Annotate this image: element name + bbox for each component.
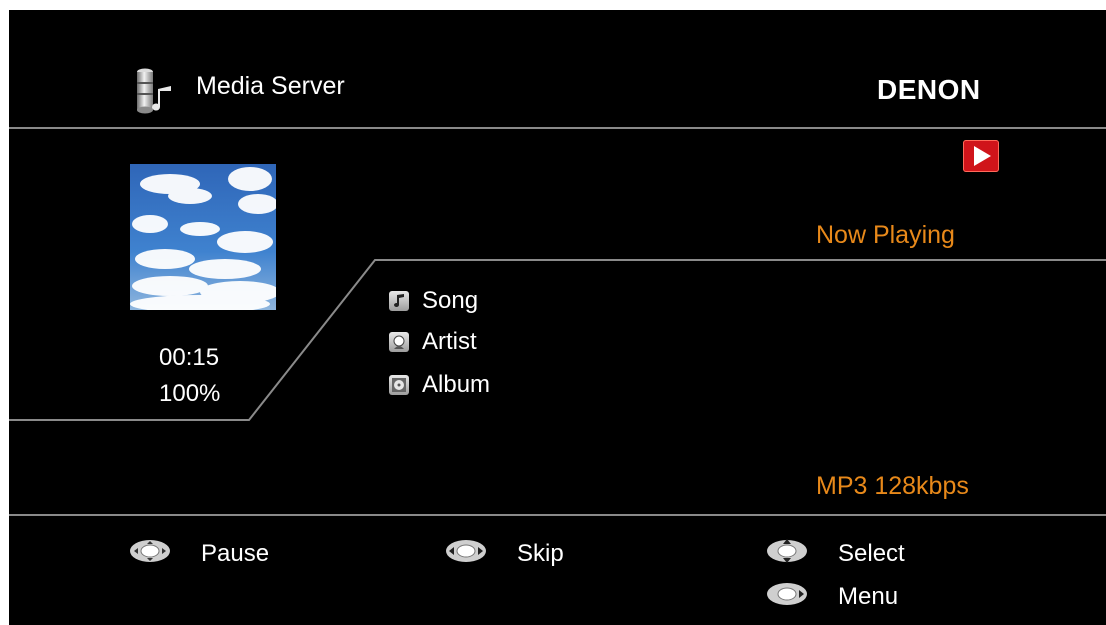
dpad-updown-icon <box>766 538 808 569</box>
track-info-song: Song <box>389 287 478 315</box>
track-info-artist: Artist <box>389 328 477 356</box>
skip-hint-label: Skip <box>517 539 564 567</box>
hint-pause: Pause <box>129 538 269 569</box>
pause-hint-label: Pause <box>201 539 270 567</box>
audio-format: MP3 128kbps <box>816 472 969 500</box>
dpad-left-icon <box>766 581 808 612</box>
track-info-album: Album <box>389 371 490 399</box>
hint-select: Select <box>766 538 905 569</box>
media-player-screen: Media Server DENON 00:15 100% Now Playin… <box>9 10 1106 625</box>
dpad-select-icon <box>129 538 171 569</box>
music-note-icon <box>389 291 409 311</box>
footer-divider <box>9 514 1106 516</box>
now-playing-label: Now Playing <box>816 221 955 249</box>
info-panel-divider <box>9 255 1106 425</box>
dpad-leftright-icon <box>445 538 487 569</box>
artist-label: Artist <box>422 328 477 355</box>
header-divider <box>9 127 1106 129</box>
source-title: Media Server <box>196 72 345 100</box>
select-hint-label: Select <box>838 539 905 567</box>
hint-skip: Skip <box>445 538 564 569</box>
song-label: Song <box>422 287 479 314</box>
menu-hint-label: Menu <box>838 582 899 610</box>
album-disc-icon <box>389 375 409 395</box>
album-label: Album <box>422 371 491 398</box>
media-server-icon <box>136 67 176 115</box>
brand-logo: DENON <box>877 74 981 105</box>
artist-icon <box>389 332 409 352</box>
play-icon <box>963 140 999 172</box>
hint-menu: Menu <box>766 581 898 612</box>
